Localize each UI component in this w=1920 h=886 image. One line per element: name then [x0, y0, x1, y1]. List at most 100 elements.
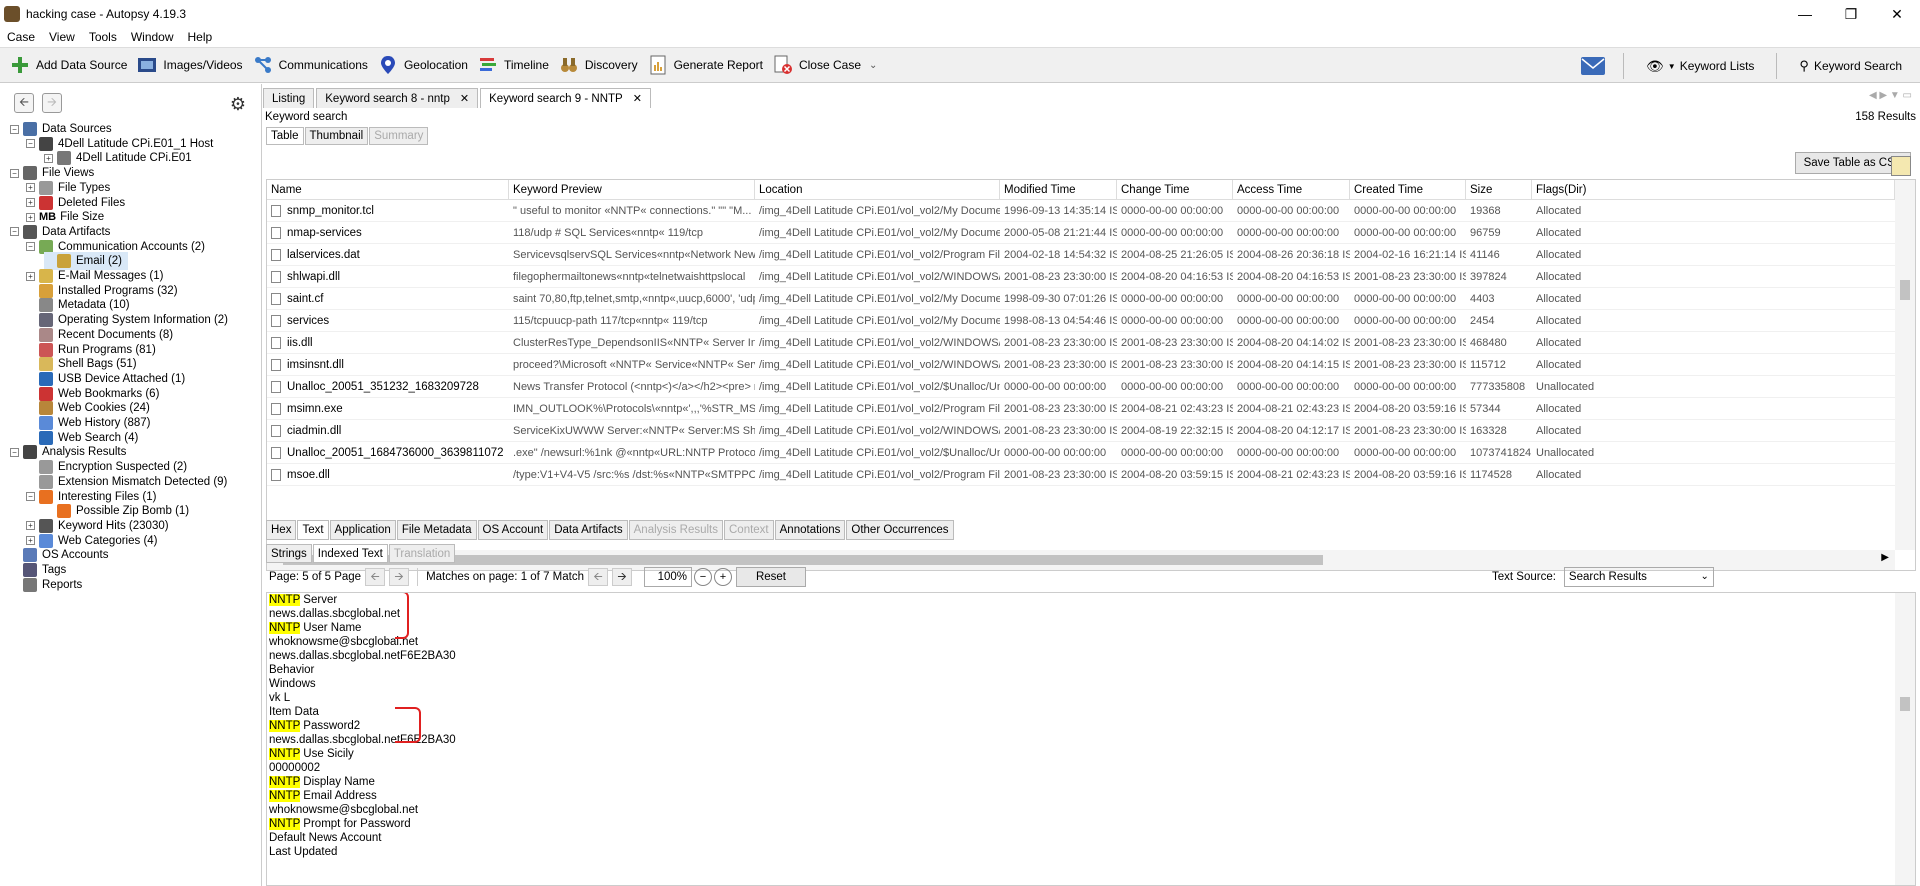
column-header-created-time[interactable]: Created Time [1350, 180, 1466, 200]
timeline-button[interactable]: Timeline [478, 55, 549, 75]
content-tab-os-account[interactable]: OS Account [477, 520, 549, 540]
images-videos-button[interactable]: Images/Videos [137, 55, 243, 75]
text-scroll-thumb[interactable] [1900, 697, 1910, 711]
column-chooser-icon[interactable] [1891, 156, 1911, 176]
gear-icon[interactable]: ⚙ [228, 94, 248, 114]
tab-keyword-search-8-nntp[interactable]: Keyword search 8 - nntp ✕ [316, 88, 479, 108]
text-tab-translation[interactable]: Translation [388, 544, 456, 563]
tab-listing[interactable]: Listing [263, 88, 315, 108]
expand-toggle-icon[interactable]: + [26, 536, 35, 546]
add-data-source-button[interactable]: Add Data Source [10, 55, 127, 75]
zoom-input[interactable]: 100% [643, 567, 692, 587]
column-header-access-time[interactable]: Access Time [1233, 180, 1350, 200]
expand-toggle-icon[interactable]: + [26, 271, 35, 281]
keyword-search-button[interactable]: ⚲ Keyword Search [1799, 58, 1902, 74]
column-header-modified-time[interactable]: Modified Time [1000, 180, 1117, 200]
scroll-thumb[interactable] [1900, 280, 1910, 300]
geolocation-button[interactable]: Geolocation [378, 55, 468, 75]
view-tab-summary[interactable]: Summary [369, 127, 429, 145]
column-header-keyword-preview[interactable]: Keyword Preview [509, 180, 755, 200]
tab-scroll-controls[interactable]: ◀ ▶ ▼ ▭ [1869, 90, 1912, 101]
table-row[interactable]: msoe.dll/type:V1+V4-V5 /src:%s /dst:%s«N… [267, 464, 1895, 486]
content-tab-text[interactable]: Text [297, 520, 329, 540]
table-row[interactable]: lalservices.dat ServicevsqlservSQL Servic… [267, 244, 1895, 266]
table-cell: 2004-08-20 04:12:17 IST [1237, 425, 1350, 437]
chevron-down-icon[interactable]: ⌄ [869, 60, 877, 71]
generate-report-button[interactable]: Generate Report [648, 55, 763, 75]
expand-toggle-icon[interactable]: + [26, 521, 35, 531]
next-page-icon[interactable]: 🡪 [389, 568, 410, 586]
expand-toggle-icon[interactable]: + [44, 153, 53, 163]
content-tab-annotations[interactable]: Annotations [774, 520, 846, 540]
indexed-text-area[interactable]: NNTP Server news.dallas.sbcglobal.net NNTP… [266, 592, 1916, 886]
zoom-out-icon[interactable]: − [693, 568, 712, 586]
content-tab-analysis-results[interactable]: Analysis Results [628, 520, 723, 540]
table-row[interactable]: Unalloc_20051_1684736000_3639811072 .exe"… [267, 442, 1895, 464]
menu-help[interactable]: Help [181, 30, 220, 44]
table-row[interactable]: imsinsnt.dll proceed?\Microsoft «NNTP« Se… [267, 354, 1895, 376]
next-match-icon[interactable]: 🡪 [611, 568, 632, 586]
expand-toggle-icon[interactable]: + [26, 183, 35, 193]
column-header-name[interactable]: Name [267, 180, 509, 200]
expand-toggle-icon[interactable]: − [26, 492, 35, 501]
content-tab-other-occurrences[interactable]: Other Occurrences [846, 520, 954, 540]
maximize-button[interactable]: ❐ [1828, 0, 1874, 28]
text-source-select[interactable]: Search Results ⌄ [1563, 567, 1714, 587]
close-tab-icon[interactable]: ✕ [460, 92, 469, 105]
back-arrow-icon[interactable]: 🡨 [14, 93, 34, 113]
view-tab-table[interactable]: Table [266, 127, 304, 145]
content-tab-application[interactable]: Application [329, 520, 396, 540]
expand-toggle-icon[interactable]: + [26, 212, 35, 222]
content-tab-data-artifacts[interactable]: Data Artifacts [549, 520, 628, 540]
expand-toggle-icon[interactable]: − [10, 447, 19, 457]
column-header-flags-dir[interactable]: Flags(Dir) [1532, 180, 1895, 200]
forward-arrow-icon[interactable]: 🡪 [42, 93, 62, 113]
expand-toggle-icon[interactable]: + [26, 198, 35, 207]
close-window-button[interactable]: ✕ [1874, 0, 1920, 28]
tab-keyword-search-9-nntp[interactable]: Keyword search 9 - NNTP ✕ [480, 88, 651, 108]
table-row[interactable]: ciadmin.dll ServiceKixUWWW Server:«NNTP« … [267, 420, 1895, 442]
menu-case[interactable]: Case [0, 30, 42, 44]
column-header-size[interactable]: Size [1466, 180, 1532, 200]
column-header-location[interactable]: Location [755, 180, 1000, 200]
content-tab-context[interactable]: Context [724, 520, 774, 540]
mail-icon[interactable] [1581, 57, 1606, 75]
communications-button[interactable]: Communications [253, 55, 368, 75]
menu-tools[interactable]: Tools [82, 30, 124, 44]
view-tab-thumbnail[interactable]: Thumbnail [304, 127, 369, 145]
text-tab-indexed-text[interactable]: Indexed Text [312, 544, 388, 563]
table-row[interactable]: shlwapi.dll filegophermailtonews«nntp«tel… [267, 266, 1895, 288]
table-row[interactable]: services 115/tcpuucp-path 117/tcp«nntp« 1… [267, 310, 1895, 332]
table-row[interactable]: nmap-services 118/udp # SQL Services«nntp… [267, 222, 1895, 244]
table-row[interactable]: Unalloc_20051_351232_1683209728 News Tran… [267, 376, 1895, 398]
reset-zoom-button[interactable]: Reset [735, 567, 806, 587]
expand-toggle-icon[interactable]: − [26, 242, 35, 252]
table-row[interactable]: snmp_monitor.tcl " useful to monitor «NNT… [267, 200, 1895, 222]
table-row[interactable]: iis.dll ClusterResType_DependsonIIS«NNTP«… [267, 332, 1895, 354]
expand-toggle-icon[interactable]: − [10, 168, 19, 178]
prev-page-icon[interactable]: 🡨 [365, 568, 386, 586]
table-vertical-scrollbar[interactable] [1895, 180, 1915, 550]
menu-window[interactable]: Window [124, 30, 181, 44]
zoom-in-icon[interactable]: + [713, 568, 732, 586]
close-case-button[interactable]: Close Case ⌄ [773, 55, 877, 75]
prev-match-icon[interactable]: 🡨 [587, 568, 608, 586]
close-tab-icon[interactable]: ✕ [633, 92, 642, 105]
keyword-lists-button[interactable]: 👁 ▼ Keyword Lists [1646, 58, 1754, 75]
table-cell: 0000-00-00 00:00:00 [1354, 227, 1457, 239]
minimize-button[interactable]: — [1782, 0, 1828, 28]
expand-toggle-icon[interactable]: − [10, 227, 19, 237]
menu-view[interactable]: View [42, 30, 82, 44]
text-tab-strings[interactable]: Strings [266, 544, 312, 563]
discovery-button[interactable]: Discovery [559, 55, 638, 75]
table-row[interactable]: saint.cf saint 70,80,ftp,telnet,smtp,«nnt… [267, 288, 1895, 310]
expand-toggle-icon[interactable]: − [10, 124, 19, 134]
content-tab-hex[interactable]: Hex [266, 520, 297, 540]
text-vertical-scrollbar[interactable] [1895, 593, 1915, 885]
scroll-right-icon[interactable]: ▶ [1881, 552, 1889, 563]
table-row[interactable]: msimn.exe IMN_OUTLOOK%\Protocols\«nntp«',… [267, 398, 1895, 420]
content-tab-file-metadata[interactable]: File Metadata [396, 520, 477, 540]
column-header-change-time[interactable]: Change Time [1117, 180, 1233, 200]
tree-node-reports[interactable]: Reports [10, 576, 82, 594]
expand-toggle-icon[interactable]: − [26, 139, 35, 149]
